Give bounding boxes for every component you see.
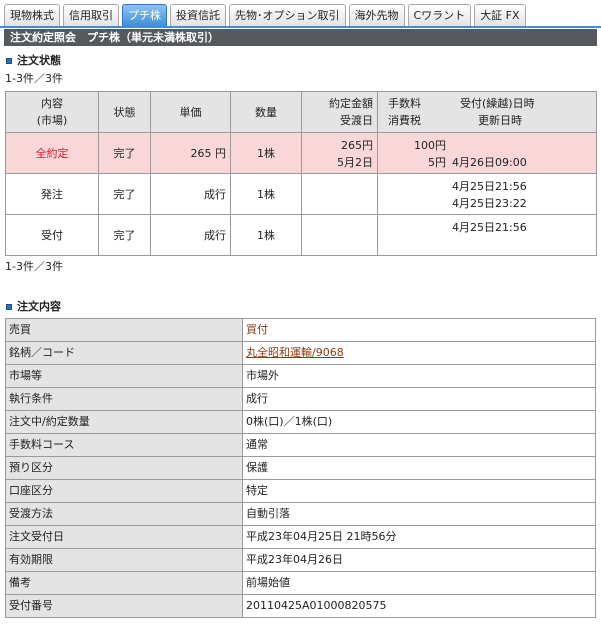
- detail-value: 20110425A01000820575: [242, 594, 596, 618]
- row-amount: [301, 214, 378, 256]
- detail-value: 通常: [242, 433, 596, 457]
- detail-row-meigara: 銘柄／コード 丸全昭和運輸/9068: [5, 341, 596, 365]
- detail-value: 平成23年04月26日: [242, 548, 596, 572]
- detail-row-ukewatashi: 受渡方法 自動引落: [5, 502, 596, 526]
- detail-value: 自動引落: [242, 502, 596, 526]
- tab-genbutsu-kabushiki[interactable]: 現物株式: [4, 4, 60, 26]
- row-price: 265 円: [150, 132, 231, 174]
- detail-row-suryo: 注文中/約定数量 0株(口)／1株(口): [5, 410, 596, 434]
- row-amount: [301, 173, 378, 215]
- col-amount: 約定金額 受渡日: [301, 91, 378, 133]
- product-tabs: 現物株式 信用取引 プチ株 投資信託 先物･オプション取引 海外先物 Cワラント…: [4, 4, 526, 26]
- detail-row-tesuryo: 手数料コース 通常: [5, 433, 596, 457]
- detail-label: 預り区分: [5, 456, 243, 480]
- detail-section-title: 注文内容: [6, 300, 61, 314]
- tab-underline: [0, 26, 601, 28]
- row-fee-date: 4月25日21:56: [377, 214, 597, 256]
- detail-row-uketsuke-bango: 受付番号 20110425A01000820575: [5, 594, 596, 618]
- row-fee-date: 4月25日21:56 4月25日23:22: [377, 173, 597, 215]
- row-qty: 1株: [230, 173, 302, 215]
- detail-row-shijo: 市場等 市場外: [5, 364, 596, 388]
- tab-toshi-shintaku[interactable]: 投資信託: [170, 4, 226, 26]
- col-qty: 数量: [230, 91, 302, 133]
- detail-label: 備考: [5, 571, 243, 595]
- tab-puchi-kabu[interactable]: プチ株: [122, 4, 167, 26]
- table-row: 受付 完了 成行 1株 4月25日21:56: [5, 214, 597, 256]
- detail-label: 執行条件: [5, 387, 243, 411]
- detail-row-koza: 口座区分 特定: [5, 479, 596, 503]
- col-fee-date: 手数料 受付(繰越)日時 消費税 更新日時: [377, 91, 597, 133]
- detail-row-shikko: 執行条件 成行: [5, 387, 596, 411]
- stock-link[interactable]: 丸全昭和運輸/9068: [246, 346, 344, 359]
- row-price: 成行: [150, 214, 231, 256]
- detail-label: 注文受付日: [5, 525, 243, 549]
- detail-row-yuko-kigen: 有効期限 平成23年04月26日: [5, 548, 596, 572]
- result-count-top: 1-3件／3件: [5, 72, 63, 85]
- detail-label: 市場等: [5, 364, 243, 388]
- detail-value: 丸全昭和運輸/9068: [242, 341, 596, 365]
- detail-label: 受付番号: [5, 594, 243, 618]
- row-content: 発注: [5, 173, 99, 215]
- detail-value: 平成23年04月25日 21時56分: [242, 525, 596, 549]
- tab-daisho-fx[interactable]: 大証 FX: [474, 4, 526, 26]
- detail-value: 特定: [242, 479, 596, 503]
- col-state: 状態: [98, 91, 151, 133]
- order-detail-table: 売買 買付 銘柄／コード 丸全昭和運輸/9068 市場等 市場外 執行条件 成行 注文中…: [5, 318, 596, 618]
- table-row: 発注 完了 成行 1株 4月25日21:56 4月25日23:22: [5, 173, 597, 215]
- tab-shinyo-torihiki[interactable]: 信用取引: [63, 4, 119, 26]
- detail-label: 注文中/約定数量: [5, 410, 243, 434]
- detail-label: 銘柄／コード: [5, 341, 243, 365]
- detail-label: 受渡方法: [5, 502, 243, 526]
- detail-row-baibai: 売買 買付: [5, 318, 596, 342]
- tab-kaigai-sakimono[interactable]: 海外先物: [348, 4, 405, 26]
- square-bullet-icon: [6, 304, 12, 310]
- tab-c-warrant[interactable]: Cワラント: [407, 4, 472, 26]
- detail-value: 保護: [242, 456, 596, 480]
- row-content: 全約定: [5, 132, 99, 174]
- page-title: 注文約定照会 プチ株（単元未満株取引）: [4, 29, 597, 46]
- row-qty: 1株: [230, 132, 302, 174]
- row-qty: 1株: [230, 214, 302, 256]
- detail-label: 口座区分: [5, 479, 243, 503]
- detail-value: 成行: [242, 387, 596, 411]
- square-bullet-icon: [6, 58, 12, 64]
- order-status-table: 内容 (市場) 状態 単価 数量 約定金額 受渡日 手数料 受付(繰越)日時 消費税更…: [5, 91, 597, 256]
- row-amount: 265円 5月2日: [301, 132, 378, 174]
- detail-value: 買付: [242, 318, 596, 342]
- row-content: 受付: [5, 214, 99, 256]
- table-header-row: 内容 (市場) 状態 単価 数量 約定金額 受渡日 手数料 受付(繰越)日時 消費税更…: [5, 91, 597, 133]
- detail-value: 前場始値: [242, 571, 596, 595]
- col-content: 内容 (市場): [5, 91, 99, 133]
- detail-section-title-text: 注文内容: [17, 300, 61, 313]
- detail-label: 手数料コース: [5, 433, 243, 457]
- result-count-bottom: 1-3件／3件: [5, 260, 63, 273]
- detail-row-uketsuke-bi: 注文受付日 平成23年04月25日 21時56分: [5, 525, 596, 549]
- row-price: 成行: [150, 173, 231, 215]
- detail-label: 売買: [5, 318, 243, 342]
- detail-value: 市場外: [242, 364, 596, 388]
- detail-value: 0株(口)／1株(口): [242, 410, 596, 434]
- row-state: 完了: [98, 132, 151, 174]
- status-section-title-text: 注文状態: [17, 54, 61, 67]
- detail-row-biko: 備考 前場始値: [5, 571, 596, 595]
- detail-label: 有効期限: [5, 548, 243, 572]
- row-fee-date: 100円 5円 4月26日09:00: [377, 132, 597, 174]
- col-price: 単価: [150, 91, 231, 133]
- table-row: 全約定 完了 265 円 1株 265円 5月2日 100円 5円 4月26日09:…: [5, 132, 597, 174]
- row-state: 完了: [98, 214, 151, 256]
- status-section-title: 注文状態: [6, 54, 61, 68]
- row-state: 完了: [98, 173, 151, 215]
- detail-row-azukari: 預り区分 保護: [5, 456, 596, 480]
- tab-futures-options[interactable]: 先物･オプション取引: [229, 4, 346, 26]
